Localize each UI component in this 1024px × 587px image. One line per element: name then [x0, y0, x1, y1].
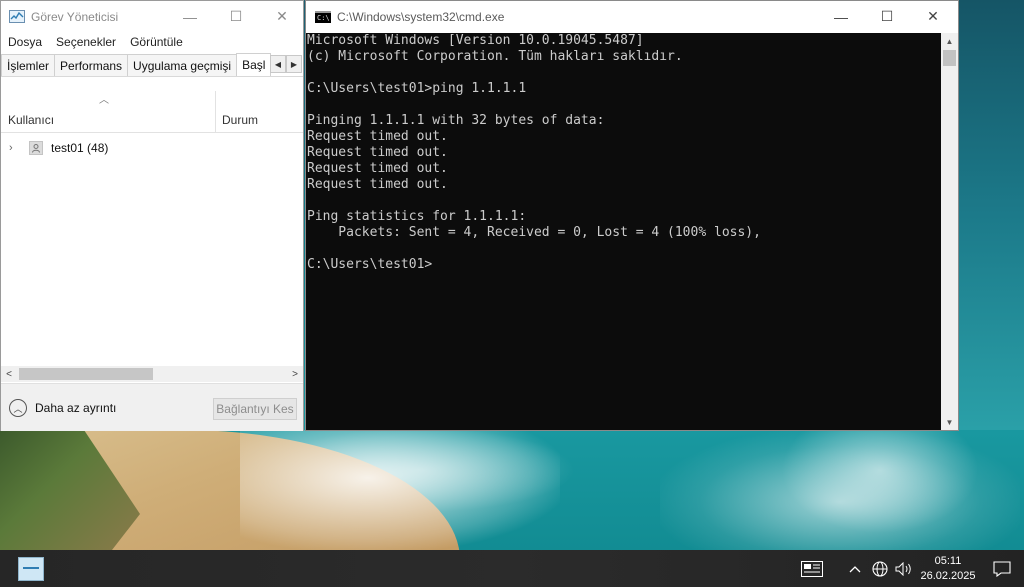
user-icon	[29, 141, 43, 155]
console-line: Packets: Sent = 4, Received = 0, Lost = …	[307, 225, 761, 240]
clock-date: 26.02.2025	[920, 570, 976, 582]
news-widget-icon[interactable]	[797, 550, 827, 587]
close-icon: ✕	[927, 8, 939, 24]
tab-processes[interactable]: İşlemler	[1, 54, 56, 76]
cmd-close-button[interactable]: ✕	[910, 1, 956, 32]
close-button[interactable]: ✕	[259, 1, 305, 32]
console-prompt[interactable]: C:\Users\test01>	[307, 257, 942, 273]
console-line: Request timed out.	[307, 145, 448, 160]
console-line: Ping statistics for 1.1.1.1:	[307, 209, 527, 224]
column-status[interactable]: Durum	[222, 113, 258, 127]
task-manager-window: Görev Yöneticisi — ☐ ✕ Dosya Seçenekler …	[0, 0, 304, 431]
sort-ascending-icon: ︿	[99, 95, 109, 106]
maximize-icon: ☐	[229, 8, 243, 24]
console-output[interactable]: Microsoft Windows [Version 10.0.19045.54…	[306, 33, 942, 430]
column-header: ︿ Kullanıcı Durum	[1, 91, 303, 133]
console-line: Request timed out.	[307, 177, 448, 192]
system-clock[interactable]: 05:11 26.02.2025	[918, 554, 978, 584]
task-manager-footer: ︿ Daha az ayrıntı Bağlantıyı Kes	[1, 383, 303, 431]
console-line: C:\Users\test01>ping 1.1.1.1	[307, 81, 527, 96]
globe-network-icon[interactable]	[869, 550, 891, 587]
disconnect-button[interactable]: Bağlantıyı Kes	[213, 398, 297, 420]
column-user[interactable]: Kullanıcı	[8, 113, 54, 127]
cmd-minimize-button[interactable]: —	[818, 1, 864, 32]
minimize-icon: —	[834, 8, 848, 25]
chevron-up-icon[interactable]	[845, 550, 865, 587]
menu-bar: Dosya Seçenekler Görüntüle	[1, 32, 303, 52]
tab-scroll-left-icon[interactable]: ◀	[270, 55, 286, 73]
scroll-left-icon[interactable]: <	[1, 366, 17, 382]
maximize-icon: ☐	[880, 8, 894, 24]
console-line: (c) Microsoft Corporation. Tüm hakları s…	[307, 49, 683, 64]
tab-scroll-buttons: ◀ ▶	[270, 55, 302, 73]
speaker-icon[interactable]	[893, 550, 915, 587]
taskbar: 05:11 26.02.2025	[0, 550, 1024, 587]
scroll-up-icon[interactable]: ▲	[941, 33, 958, 49]
cmd-title: C:\Windows\system32\cmd.exe	[337, 10, 505, 24]
column-divider[interactable]	[215, 91, 216, 133]
tab-scroll-right-icon[interactable]: ▶	[286, 55, 302, 73]
tab-performance[interactable]: Performans	[54, 54, 129, 76]
minimize-icon: —	[183, 8, 197, 25]
minimize-button[interactable]: —	[167, 1, 213, 32]
notification-icon[interactable]	[988, 550, 1016, 587]
scroll-down-icon[interactable]: ▼	[941, 414, 958, 430]
console-line: Request timed out.	[307, 161, 448, 176]
less-details-label: Daha az ayrıntı	[35, 401, 117, 415]
console-line: Microsoft Windows [Version 10.0.19045.54…	[307, 33, 644, 48]
tab-bar: İşlemler Performans Uygulama geçmişi Baş…	[1, 53, 303, 77]
scroll-thumb[interactable]	[943, 50, 956, 66]
horizontal-scrollbar[interactable]: < >	[1, 366, 303, 382]
task-manager-title: Görev Yöneticisi	[31, 9, 119, 24]
tab-startup[interactable]: Başl	[236, 53, 272, 76]
scroll-thumb[interactable]	[19, 368, 153, 380]
task-manager-titlebar[interactable]: Görev Yöneticisi — ☐ ✕	[1, 1, 303, 32]
user-name: test01 (48)	[51, 141, 109, 155]
tab-app-history[interactable]: Uygulama geçmişi	[127, 54, 238, 76]
taskbar-task-manager-icon[interactable]	[18, 557, 44, 581]
menu-options[interactable]: Seçenekler	[56, 35, 116, 49]
less-details-toggle[interactable]: ︿ Daha az ayrıntı	[9, 399, 116, 417]
cmd-maximize-button[interactable]: ☐	[864, 1, 910, 32]
vertical-scrollbar[interactable]: ▲ ▼	[941, 33, 958, 430]
cmd-titlebar[interactable]: C:\ C:\Windows\system32\cmd.exe — ☐ ✕	[306, 1, 958, 33]
scroll-right-icon[interactable]: >	[287, 366, 303, 382]
maximize-button[interactable]: ☐	[213, 1, 259, 32]
close-icon: ✕	[276, 8, 288, 24]
menu-file[interactable]: Dosya	[8, 35, 42, 49]
console-line: Request timed out.	[307, 129, 448, 144]
table-row[interactable]: › test01 (48)	[1, 138, 303, 158]
task-manager-icon	[9, 9, 25, 23]
clock-time: 05:11	[934, 555, 962, 567]
menu-view[interactable]: Görüntüle	[130, 35, 183, 49]
chevron-up-circle-icon: ︿	[9, 399, 27, 417]
cmd-app-icon: C:\	[315, 11, 331, 23]
console-line: Pinging 1.1.1.1 with 32 bytes of data:	[307, 113, 605, 128]
chevron-right-icon[interactable]: ›	[9, 142, 19, 154]
cmd-window: C:\ C:\Windows\system32\cmd.exe — ☐ ✕ Mi…	[305, 0, 959, 431]
